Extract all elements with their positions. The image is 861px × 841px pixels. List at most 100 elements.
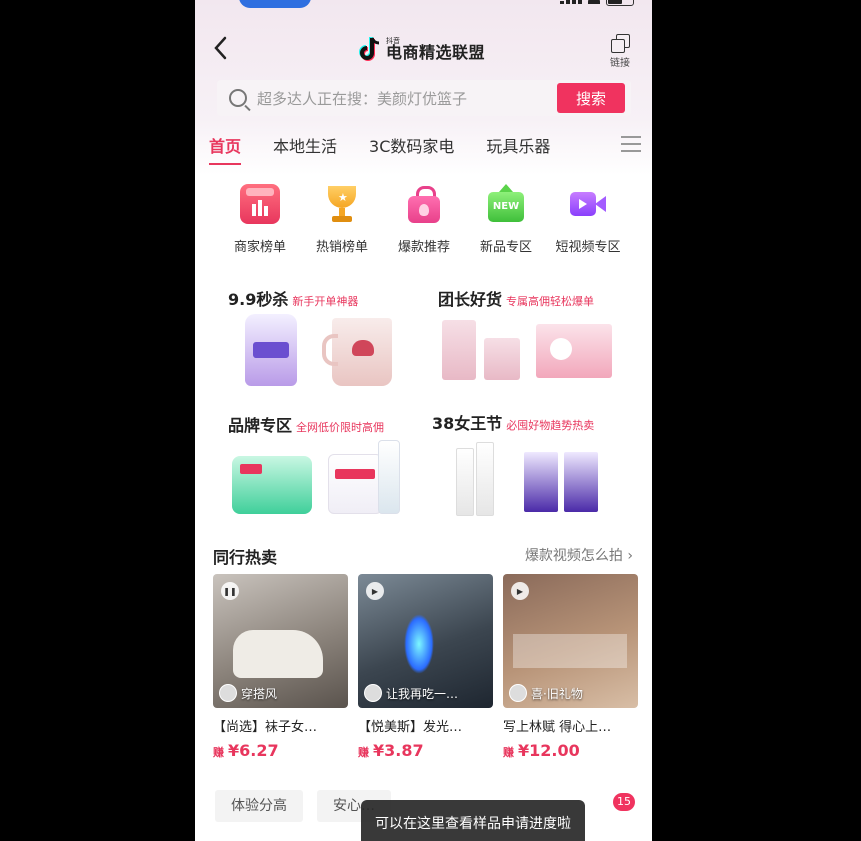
avatar — [364, 684, 382, 702]
price-value: ¥12.00 — [518, 741, 580, 760]
notification-badge: 15 — [613, 793, 635, 811]
video-caption: 喜·旧礼物 — [509, 684, 583, 702]
caption-text: 让我再吃一… — [386, 686, 459, 701]
product-card[interactable]: ❚❚ 穿搭风 【尚选】袜子女… 赚 ¥6.27 — [213, 574, 348, 760]
new-badge-icon: NEW — [486, 184, 526, 224]
logo-title: 电商精选联盟 — [386, 42, 486, 62]
video-camera-icon — [568, 184, 608, 224]
earn-label: 赚 — [213, 746, 224, 759]
category-icons: 商家榜单 ★ 热销榜单 爆款推荐 NEW 新品专区 短视频专区 — [219, 184, 639, 255]
tabs-menu-icon[interactable] — [621, 136, 641, 152]
price-value: ¥6.27 — [228, 741, 279, 760]
avatar — [509, 684, 527, 702]
product-card[interactable]: ▶ 让我再吃一… 【悦美斯】发光… 赚 ¥3.87 — [358, 574, 493, 760]
product-card[interactable]: ▶ 喜·旧礼物 写上林赋 得心上… 赚 ¥12.00 — [503, 574, 638, 760]
cat-label: 新品专区 — [479, 240, 532, 255]
cat-bestseller-ranking[interactable]: ★ 热销榜单 — [301, 184, 383, 255]
cat-label: 商家榜单 — [233, 240, 286, 255]
mug-image — [322, 318, 392, 386]
detergent-bag-image — [245, 314, 297, 386]
viral-video-link[interactable]: 爆款视频怎么拍 › — [525, 545, 633, 565]
cat-label: 热销榜单 — [315, 240, 368, 255]
search-input[interactable] — [255, 80, 559, 118]
tab-toys-instruments[interactable]: 玩具乐器 — [486, 133, 550, 157]
sample-progress-toast: 可以在这里查看样品申请进度啦 — [361, 800, 585, 841]
search-button[interactable]: 搜索 — [557, 83, 625, 113]
wifi-icon — [588, 0, 600, 4]
chevron-left-icon — [214, 36, 227, 60]
product-name: 写上林赋 得心上… — [503, 720, 612, 735]
copy-link-icon — [611, 34, 630, 53]
commission-price: 赚 ¥6.27 — [213, 741, 348, 760]
promo-title-row: 38女王节 必囤好物趋势热卖 — [432, 410, 642, 434]
status-icons — [560, 0, 634, 6]
laundry-pods-image — [232, 456, 312, 514]
video-caption: 穿搭风 — [219, 684, 277, 702]
product-video-thumbnail: ▶ 喜·旧礼物 — [503, 574, 638, 708]
promo-title: 品牌专区 — [228, 416, 293, 435]
category-tabs: 首页 本地生活 3C数码家电 玩具乐器 — [209, 130, 641, 165]
cat-hot-recommend[interactable]: 爆款推荐 — [383, 184, 465, 255]
hot-section-header: 同行热卖 爆款视频怎么拍 › — [213, 544, 633, 567]
gift-box-image — [536, 324, 612, 378]
price-value: ¥3.87 — [373, 741, 424, 760]
promo-tag: 新手开单神器 — [292, 295, 359, 308]
play-icon: ▶ — [366, 582, 384, 600]
commission-price: 赚 ¥3.87 — [358, 741, 493, 760]
header: 抖音 电商精选联盟 链接 — [195, 30, 652, 74]
phone-screen: 抖音 电商精选联盟 链接 搜索 首页 本地生活 3C数码家电 玩具乐器 — [195, 0, 652, 841]
serum-bottles-image — [456, 442, 496, 516]
store-ranking-icon — [240, 184, 280, 224]
caption-text: 穿搭风 — [241, 686, 278, 701]
promo-title-row: 9.9秒杀 新手开单神器 — [228, 286, 408, 310]
product-video-thumbnail: ▶ 让我再吃一… — [358, 574, 493, 708]
glass-cups-image — [442, 320, 522, 382]
trophy-icon: ★ — [322, 184, 362, 224]
play-icon: ▶ — [511, 582, 529, 600]
promo-title: 团长好货 — [438, 290, 503, 309]
product-name: 【尚选】袜子女… — [213, 720, 318, 735]
cat-short-video[interactable]: 短视频专区 — [547, 184, 629, 255]
battery-icon — [606, 0, 634, 6]
promo-title: 9.9秒杀 — [228, 290, 289, 309]
promo-womens-day[interactable]: 38女王节 必囤好物趋势热卖 — [432, 410, 642, 520]
skincare-set-image — [524, 442, 608, 514]
pause-icon: ❚❚ — [221, 582, 239, 600]
promo-title-row: 团长好货 专属高佣轻松爆单 — [438, 286, 638, 310]
hot-section-title: 同行热卖 — [213, 548, 278, 567]
promo-title: 38女王节 — [432, 414, 503, 433]
shopping-bag-icon — [404, 184, 444, 224]
earn-label: 赚 — [503, 746, 514, 759]
back-button[interactable] — [213, 36, 227, 66]
promo-brand-zone[interactable]: 品牌专区 全网低价限时高佣 — [228, 412, 418, 522]
link-label: 链接 — [610, 58, 630, 69]
earn-label: 赚 — [358, 746, 369, 759]
cat-merchant-ranking[interactable]: 商家榜单 — [219, 184, 301, 255]
cat-label: 爆款推荐 — [397, 240, 450, 255]
search-icon — [229, 89, 247, 107]
promo-title-row: 品牌专区 全网低价限时高佣 — [228, 412, 418, 436]
hot-product-list: ❚❚ 穿搭风 【尚选】袜子女… 赚 ¥6.27 ▶ 让我再吃一… 【悦美斯】发光… — [213, 574, 638, 760]
search-bar: 搜索 — [217, 80, 631, 118]
tab-local-life[interactable]: 本地生活 — [273, 133, 337, 157]
promo-flash-sale[interactable]: 9.9秒杀 新手开单神器 — [228, 286, 408, 396]
cat-label: 短视频专区 — [555, 240, 621, 255]
product-video-thumbnail: ❚❚ 穿搭风 — [213, 574, 348, 708]
tab-home[interactable]: 首页 — [209, 133, 242, 165]
tube-image — [378, 440, 400, 514]
time-pill — [239, 0, 311, 8]
douyin-logo-icon — [359, 37, 380, 61]
promo-tag: 必囤好物趋势热卖 — [506, 419, 595, 432]
product-name: 【悦美斯】发光… — [358, 720, 463, 735]
video-caption: 让我再吃一… — [364, 684, 458, 702]
app-logo: 抖音 电商精选联盟 — [358, 36, 485, 62]
cream-jar-image — [328, 454, 382, 514]
signal-icon — [560, 0, 582, 4]
link-button[interactable]: 链接 — [610, 34, 630, 69]
cat-new-products[interactable]: NEW 新品专区 — [465, 184, 547, 255]
commission-price: 赚 ¥12.00 — [503, 741, 638, 760]
promo-group-leader[interactable]: 团长好货 专属高佣轻松爆单 — [438, 286, 638, 396]
tab-3c-electronics[interactable]: 3C数码家电 — [369, 133, 454, 157]
promo-tag: 全网低价限时高佣 — [296, 421, 385, 434]
filter-chip-experience-score[interactable]: 体验分高 — [215, 790, 303, 822]
